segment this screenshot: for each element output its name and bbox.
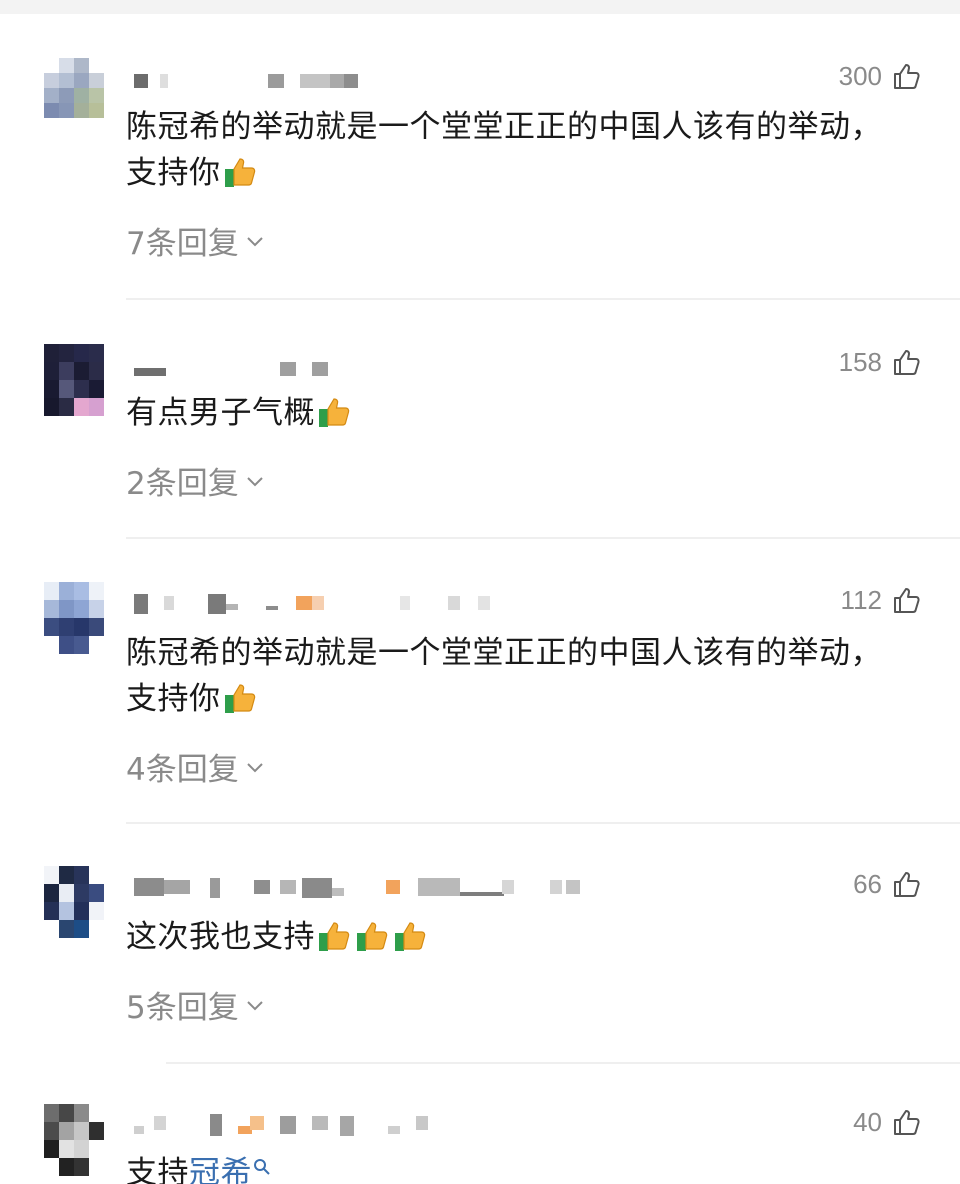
divider [126,298,960,300]
view-replies-button[interactable]: 2条回复 [126,458,265,503]
thumbs-up-emoji-icon [224,684,255,713]
thumbs-up-emoji-icon [224,158,255,187]
view-replies-button[interactable]: 7条回复 [126,218,265,263]
username-redacted[interactable] [130,1112,490,1136]
avatar[interactable] [44,1104,104,1176]
comment-text: 陈冠希的举动就是一个堂堂正正的中国人该有的举动， 支持你 [126,109,882,191]
chevron-down-icon [247,236,263,246]
comment-text: 这次我也支持 [126,914,920,960]
comment-text: 有点男子气概 [126,390,920,436]
chevron-down-icon [247,1000,263,1010]
avatar[interactable] [44,866,104,938]
username-redacted[interactable] [130,70,650,90]
search-icon [254,1159,270,1175]
thumbs-up-outline-icon [894,1110,920,1135]
thumbs-up-emoji-icon [319,398,350,427]
like-count: 40 [853,1106,882,1137]
like-button[interactable]: 158 [839,344,922,380]
avatar[interactable] [44,582,104,654]
like-button[interactable]: 66 [853,866,922,902]
chevron-down-icon [247,762,263,772]
thumbs-up-outline-icon [894,588,920,613]
like-button[interactable]: 112 [841,582,922,618]
like-button[interactable]: 40 [853,1104,922,1140]
like-count: 66 [853,868,882,899]
divider [126,822,960,824]
like-count: 300 [838,60,882,91]
top-edge [0,0,960,14]
topic-link[interactable]: 冠希 [189,1155,252,1184]
thumbs-up-outline-icon [894,350,920,375]
divider [126,537,960,539]
username-redacted[interactable] [130,876,610,898]
thumbs-up-outline-icon [894,872,920,897]
view-replies-button[interactable]: 4条回复 [126,744,265,789]
view-replies-button[interactable]: 5条回复 [126,982,265,1027]
avatar[interactable] [44,344,104,416]
like-button[interactable]: 300 [839,58,922,94]
divider [166,1062,960,1064]
chevron-down-icon [247,476,263,486]
comment-text: 支持冠希 [126,1150,920,1184]
comment-feed: 300 陈冠希的举动就是一个堂堂正正的中国人该有的举动， 支持你 7条回复 15… [0,0,960,1184]
username-redacted[interactable] [130,592,650,614]
thumbs-up-emoji-icon [357,922,388,951]
like-count: 158 [838,346,882,377]
like-count: 112 [840,584,882,615]
thumbs-up-emoji-icon [319,922,350,951]
thumbs-up-outline-icon [894,64,920,89]
comment-text: 陈冠希的举动就是一个堂堂正正的中国人该有的举动， 支持你 [126,635,882,717]
avatar[interactable] [44,58,104,118]
username-redacted[interactable] [130,358,650,378]
thumbs-up-emoji-icon [395,922,426,951]
